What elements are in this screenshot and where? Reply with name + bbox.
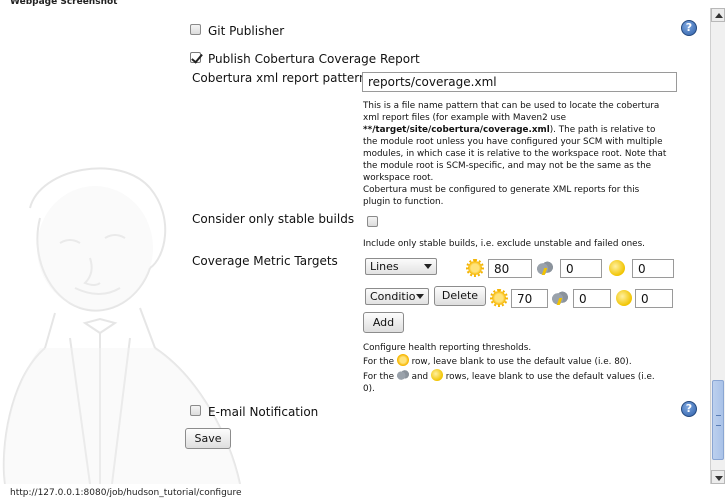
storm-cloud-icon <box>537 260 553 276</box>
report-pattern-label: Cobertura xml report pattern <box>192 71 367 85</box>
help-line: ). The path is relative to <box>549 125 656 135</box>
help-line: 0). <box>363 384 375 394</box>
metric-targets-label: Coverage Metric Targets <box>192 254 338 268</box>
storm-cloud-icon <box>396 369 409 381</box>
help-line: workspace root. <box>363 173 434 183</box>
git-publisher-checkbox[interactable] <box>190 24 201 35</box>
chevron-down-icon <box>416 294 424 299</box>
window-caption: Webpage Screenshot <box>10 0 118 7</box>
unhealthy-threshold-input[interactable] <box>560 259 602 278</box>
help-line: For the <box>363 372 394 382</box>
failing-threshold-input[interactable] <box>635 289 673 308</box>
cobertura-label: Publish Cobertura Coverage Report <box>208 52 420 66</box>
healthy-threshold-input[interactable] <box>511 289 548 308</box>
moon-icon <box>609 260 625 276</box>
metric-type-select[interactable]: Conditio <box>365 288 429 305</box>
status-bar-url: http://127.0.0.1:8080/job/hudson_tutoria… <box>0 484 725 500</box>
help-line: plugin to function. <box>363 197 444 207</box>
scroll-down-arrow[interactable] <box>711 470 725 484</box>
scroll-up-arrow[interactable] <box>711 8 725 22</box>
help-line: the module root is SCM-specific, and may… <box>363 161 652 171</box>
stable-builds-help: Include only stable builds, i.e. exclude… <box>363 239 645 249</box>
stable-builds-label: Consider only stable builds <box>192 212 355 226</box>
storm-cloud-icon <box>552 290 568 306</box>
help-line: rows, leave blank to use the default val… <box>445 372 655 382</box>
help-line: Cobertura must be configured to generate… <box>363 185 640 195</box>
healthy-threshold-input[interactable] <box>488 259 532 278</box>
sun-icon <box>490 289 508 307</box>
report-pattern-input[interactable] <box>362 72 677 92</box>
report-pattern-help: This is a file name pattern that can be … <box>363 100 683 208</box>
sun-icon <box>396 354 409 366</box>
vertical-scrollbar[interactable] <box>710 8 725 484</box>
help-example-path: **/target/site/cobertura/coverage.xml <box>363 125 550 135</box>
chevron-down-icon <box>424 264 432 269</box>
help-icon[interactable]: ? <box>681 20 697 36</box>
help-line: This is a file name pattern that can be … <box>363 101 660 111</box>
delete-metric-button[interactable]: Delete <box>434 286 486 306</box>
config-page: Git Publisher ? Publish Cobertura Covera… <box>0 8 710 484</box>
help-line: xml report files (for example with Maven… <box>363 113 567 123</box>
metric-type-value: Conditio <box>370 290 416 303</box>
help-icon[interactable]: ? <box>681 401 697 417</box>
moon-icon <box>616 290 632 306</box>
help-line: and <box>411 372 429 382</box>
help-line: Configure health reporting thresholds. <box>363 343 532 353</box>
email-notification-label: E-mail Notification <box>208 405 319 419</box>
metric-type-select[interactable]: Lines <box>365 258 437 275</box>
email-notification-checkbox[interactable] <box>190 405 201 416</box>
save-button[interactable]: Save <box>185 428 231 449</box>
thresholds-help: Configure health reporting thresholds. F… <box>363 342 683 395</box>
scroll-thumb[interactable] <box>712 380 724 460</box>
help-line: the module root unless you have configur… <box>363 137 663 147</box>
help-line: modules, in which case it is relative to… <box>363 149 667 159</box>
moon-icon <box>430 369 443 381</box>
git-publisher-label: Git Publisher <box>208 24 285 38</box>
help-line: row, leave blank to use the default valu… <box>411 357 632 367</box>
stable-builds-checkbox[interactable] <box>367 216 378 227</box>
add-metric-button[interactable]: Add <box>363 312 404 333</box>
help-line: For the <box>363 357 394 367</box>
metric-type-value: Lines <box>370 260 399 273</box>
sun-icon <box>466 259 484 277</box>
failing-threshold-input[interactable] <box>632 259 674 278</box>
unhealthy-threshold-input[interactable] <box>573 289 611 308</box>
cobertura-checkbox[interactable] <box>190 52 201 63</box>
